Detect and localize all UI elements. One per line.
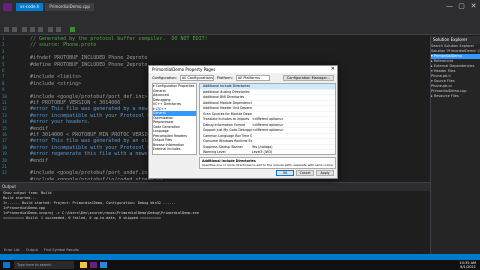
property-value[interactable]: [252, 90, 335, 95]
window-controls: — ▢ ✕: [445, 2, 478, 11]
line-number: 22: [2, 170, 7, 176]
property-name: Additional Header Unit Dependencies: [203, 106, 252, 110]
tab-header-file[interactable]: vs-code.h: [16, 3, 44, 11]
output-panel: Output Show output from: Build Build star…: [0, 182, 430, 254]
property-name: Suppress Startup Banner: [203, 144, 243, 149]
property-name: Common Language RunTime Support: [203, 133, 252, 138]
configuration-select[interactable]: All Configurations: [179, 74, 214, 81]
property-value[interactable]: [252, 84, 335, 89]
ok-button[interactable]: OK: [276, 170, 294, 176]
property-value[interactable]: [252, 112, 335, 117]
start-icon[interactable]: [3, 262, 10, 268]
property-name: Translate Includes to Imports: [203, 117, 250, 121]
property-value[interactable]: [252, 101, 335, 106]
clock-date: 6/1/2021: [460, 265, 476, 269]
output-line: ========== Build: 1 succeeded, 0 failed,…: [3, 216, 162, 220]
property-name: Additional Include Directories: [203, 84, 250, 88]
property-value[interactable]: <different options>: [252, 128, 335, 133]
property-name: Warning Level: [203, 150, 226, 154]
property-value[interactable]: [252, 106, 335, 111]
solution-explorer: Solution Explorer Search Solution Explor…: [430, 36, 480, 254]
solution-tree-item[interactable]: ▸ Resource Files: [431, 94, 480, 99]
windows-taskbar: Type here to search 10:35 AM 6/1/2021: [0, 260, 480, 270]
dialog-buttons: OK Cancel Apply: [276, 170, 334, 176]
property-row[interactable]: Warning Level Level3 (/W3): [200, 150, 335, 154]
platform-label: Platform:: [216, 75, 233, 80]
start-debug-icon[interactable]: [70, 27, 75, 32]
new-file-icon[interactable]: [22, 27, 27, 32]
tab-source-file[interactable]: PrimordialDemo.cpp: [45, 3, 94, 11]
tab-find-symbol-results[interactable]: Find Symbol Results: [44, 247, 79, 254]
property-value[interactable]: [252, 139, 335, 144]
property-name: Consume Windows Runtime Extension: [203, 139, 252, 143]
property-name: Additional Module Dependencies: [203, 100, 252, 105]
configuration-manager-button[interactable]: Configuration Manager...: [282, 74, 334, 81]
property-value[interactable]: <different options>: [252, 117, 335, 122]
configuration-label: Configuration:: [152, 75, 177, 80]
property-value[interactable]: Level3 (/W3): [252, 150, 335, 154]
redo-icon[interactable]: [56, 27, 61, 32]
close-icon[interactable]: ✕: [469, 2, 478, 11]
forward-icon[interactable]: [12, 27, 17, 32]
dialog-title: PrimordialDemo Property Pages: [152, 67, 216, 72]
property-name: Scan Sources for Module Dependencies: [203, 111, 252, 116]
apply-button[interactable]: Apply: [316, 170, 334, 176]
property-value[interactable]: Yes (/nologo): [252, 145, 335, 150]
property-grid: Additional Include Directories Additional…: [199, 83, 336, 155]
platform-select[interactable]: All Platforms: [235, 74, 270, 81]
property-tree: ▾ Configuration Properties General Advan…: [152, 83, 197, 155]
title-bar: vs-code.h PrimordialDemo.cpp — ▢ ✕: [0, 0, 480, 14]
bottom-panel-tabs: Error List Output Find Symbol Results: [0, 247, 79, 254]
dialog-title-bar: PrimordialDemo Property Pages ✕: [149, 66, 337, 73]
property-description: Additional Include Directories Specifies…: [199, 157, 336, 169]
maximize-icon[interactable]: ▢: [457, 2, 466, 11]
clock[interactable]: 10:35 AM 6/1/2021: [459, 261, 476, 269]
visual-studio-logo-icon: [3, 3, 12, 11]
solution-explorer-title: Solution Explorer: [431, 36, 480, 44]
file-explorer-icon[interactable]: [80, 262, 87, 268]
property-name: Support Just My Code Debugging: [203, 128, 252, 132]
open-file-icon[interactable]: [30, 27, 35, 32]
configuration-row: Configuration: All Configurations Platfo…: [149, 73, 337, 82]
taskbar-search[interactable]: Type here to search: [14, 261, 74, 269]
editor-gutter: 1 2 3 4 5 6 7 8 9 10 11 12 13 14 15 16 17 18 19 20 21 22: [0, 36, 30, 180]
edge-icon[interactable]: [100, 262, 107, 268]
property-value[interactable]: [252, 134, 335, 139]
visual-studio-icon[interactable]: [90, 262, 97, 268]
minimize-icon[interactable]: —: [445, 2, 454, 11]
property-tree-item[interactable]: External Includes: [153, 147, 196, 152]
property-pages-dialog: PrimordialDemo Property Pages ✕ Configur…: [148, 65, 338, 179]
menu-bar: [0, 14, 480, 25]
output-title: Output: [0, 183, 430, 191]
property-name: Debug Information Format: [203, 122, 246, 127]
dialog-close-icon[interactable]: ✕: [331, 66, 335, 73]
back-icon[interactable]: [4, 27, 9, 32]
tab-output[interactable]: Output: [26, 247, 38, 254]
property-value[interactable]: [252, 95, 335, 100]
property-name: Additional #using Directories: [203, 89, 250, 94]
toolbar: [0, 25, 480, 35]
property-tree-item[interactable]: ▾ Configuration Properties: [153, 84, 196, 89]
property-name: Additional BMI Directories: [203, 95, 245, 99]
tab-error-list[interactable]: Error List: [4, 247, 20, 254]
undo-icon[interactable]: [48, 27, 53, 32]
description-body: Specifies one or more directories to add…: [202, 163, 333, 167]
save-icon[interactable]: [38, 27, 43, 32]
cancel-button[interactable]: Cancel: [296, 170, 314, 176]
property-value[interactable]: <different options>: [252, 123, 335, 128]
document-tabs: vs-code.h PrimordialDemo.cpp: [16, 3, 94, 11]
